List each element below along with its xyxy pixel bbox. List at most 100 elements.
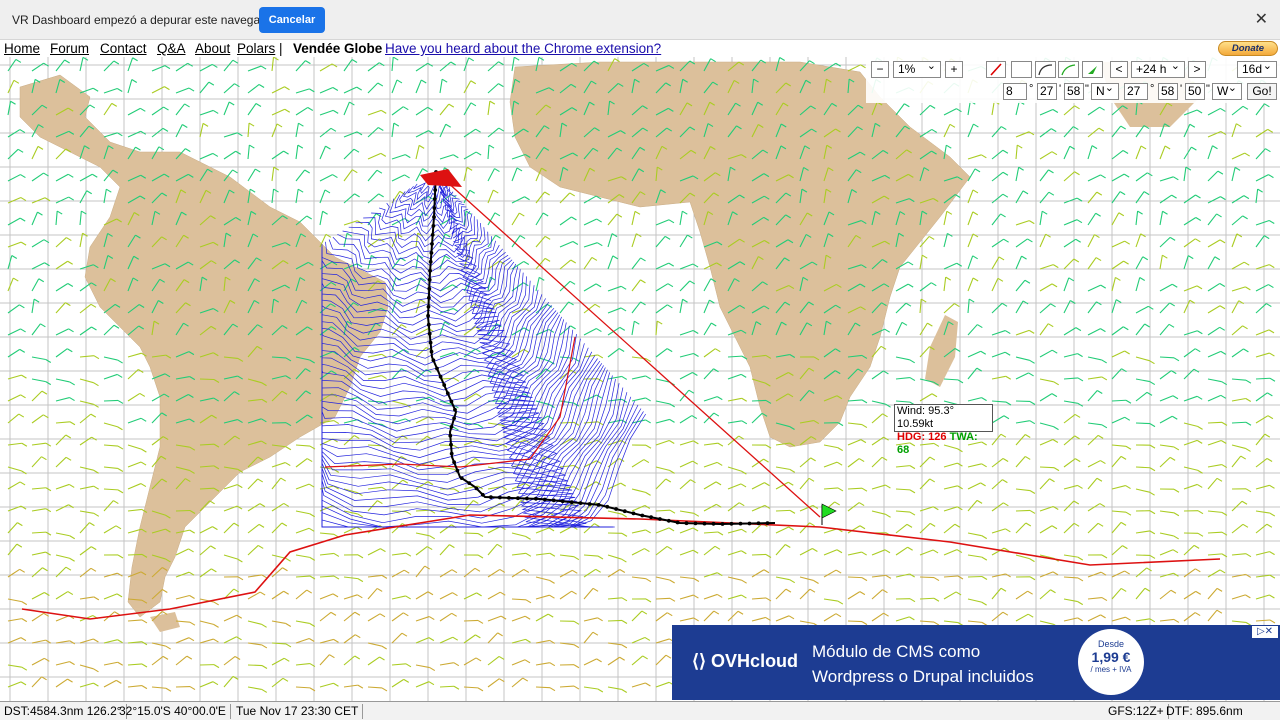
wind-barb [295, 554, 310, 558]
zoom-select[interactable]: 1% [893, 59, 941, 78]
wind-barb-tick [228, 101, 235, 106]
routing-map[interactable] [0, 57, 1280, 701]
route-waypoint-dot [534, 496, 538, 501]
curve-tool-icon[interactable] [1035, 61, 1056, 78]
wind-barb [79, 466, 94, 471]
draw-route-tool-icon[interactable] [986, 61, 1006, 78]
nav-qa-link[interactable]: Q&A [157, 40, 186, 57]
wind-barb [1015, 613, 1029, 622]
nav-home-link[interactable]: Home [4, 40, 40, 57]
wind-barb-tick [909, 511, 916, 516]
wind-barb-tick [65, 566, 72, 571]
close-icon[interactable]: ✕ [1255, 9, 1268, 29]
wind-barb [727, 373, 742, 380]
wind-barb-tick [352, 169, 358, 174]
nav-about-link[interactable]: About [195, 40, 230, 57]
wind-barb [295, 637, 310, 644]
wind-barb [127, 685, 142, 688]
wind-barb [1183, 124, 1191, 138]
wind-barb-tick [836, 461, 843, 466]
latitude-hemisphere-select[interactable]: N [1091, 81, 1119, 100]
wind-barb-tick [715, 481, 722, 486]
wind-barb [1039, 349, 1053, 358]
wind-barb [127, 107, 141, 116]
wind-barb [247, 664, 263, 667]
donate-button[interactable]: Donate [1218, 41, 1278, 56]
route-waypoint-dot [614, 507, 618, 511]
longitude-hemisphere-select[interactable]: W [1212, 81, 1242, 100]
ad-price-suffix: / mes + IVA [1090, 665, 1132, 674]
wind-barb [511, 598, 527, 601]
wind-barb [727, 420, 742, 424]
latitude-seconds-input[interactable]: 58 [1064, 83, 1084, 100]
wind-barb [1063, 300, 1071, 314]
wind-barb [679, 527, 694, 534]
wind-barb [1087, 522, 1099, 534]
wind-barb [103, 488, 119, 491]
wind-barb-tick [257, 544, 264, 549]
wind-barb-tick [516, 167, 523, 172]
wind-barb-tick [393, 122, 400, 127]
route-tool-icon[interactable] [1082, 61, 1103, 78]
wind-barb [607, 307, 622, 314]
longitude-minutes-input[interactable]: 58 [1158, 83, 1178, 100]
longitude-degrees-input[interactable]: 27 [1124, 83, 1148, 100]
previous-time-button[interactable]: < [1110, 61, 1128, 78]
wind-barb-tick [860, 439, 867, 444]
chrome-extension-link[interactable]: Have you heard about the Chrome extensio… [385, 40, 661, 57]
zoom-out-button[interactable]: − [871, 61, 889, 78]
blank-tool-button[interactable] [1011, 61, 1032, 78]
wind-barb [919, 576, 935, 579]
wind-barb [367, 548, 381, 556]
isochrone-line [321, 363, 603, 528]
wind-barb-tick [813, 579, 819, 584]
wind-barb-tick [682, 298, 688, 303]
wind-barb [511, 615, 526, 622]
cancel-debug-button[interactable]: Cancelar [259, 7, 325, 33]
ad-price: 1,99 € [1091, 649, 1131, 665]
wind-barb [703, 610, 715, 622]
wind-barb-tick [1050, 303, 1056, 308]
wind-barb [943, 620, 958, 624]
wind-barb [943, 277, 947, 292]
isochrone-tool-icon[interactable] [1058, 61, 1079, 78]
nav-polars-link[interactable]: Polars [237, 40, 275, 57]
wind-barb [343, 169, 353, 182]
latitude-degrees-input[interactable]: 8 [1003, 83, 1027, 100]
advertisement-banner[interactable]: ⟨⟩ OVHcloud Módulo de CMS como Wordpress… [672, 625, 1280, 700]
next-time-button[interactable]: > [1188, 61, 1206, 78]
wind-barb-tick [946, 210, 953, 215]
nav-contact-link[interactable]: Contact [100, 40, 147, 57]
wind-barb-tick [1245, 421, 1252, 426]
wind-barb [31, 197, 46, 204]
wind-barb-tick [524, 615, 531, 620]
time-step-select[interactable]: +24 h [1131, 59, 1185, 78]
wind-barb [1111, 212, 1120, 226]
wind-barb [559, 301, 570, 314]
wind-barb [559, 280, 571, 292]
route-waypoint-dot [605, 504, 610, 509]
wind-barb-tick [633, 320, 640, 325]
wind-barb [55, 283, 69, 292]
ad-close-icon[interactable]: ▷✕ [1252, 626, 1278, 638]
map-canvas[interactable] [0, 57, 1280, 701]
longitude-seconds-input[interactable]: 50 [1185, 83, 1205, 100]
wind-barb [679, 280, 691, 292]
wind-barb [1231, 348, 1244, 358]
wind-barb [871, 370, 884, 380]
wind-barb [1135, 145, 1142, 160]
wind-barb-tick [859, 591, 866, 596]
latitude-minutes-input[interactable]: 27 [1037, 83, 1057, 100]
wind-barb-tick [162, 127, 169, 132]
wind-barb [199, 620, 214, 625]
forecast-range-select[interactable]: 16d [1237, 59, 1277, 78]
wind-barb-tick [117, 489, 124, 494]
wind-barb-tick [1189, 123, 1196, 128]
zoom-in-button[interactable]: + [945, 61, 963, 78]
wind-barb [1111, 150, 1124, 160]
go-button[interactable]: Go! [1247, 83, 1277, 100]
wind-barb [1039, 393, 1053, 402]
wind-barb [607, 619, 623, 622]
wind-barb-tick [974, 168, 981, 173]
nav-forum-link[interactable]: Forum [50, 40, 89, 57]
